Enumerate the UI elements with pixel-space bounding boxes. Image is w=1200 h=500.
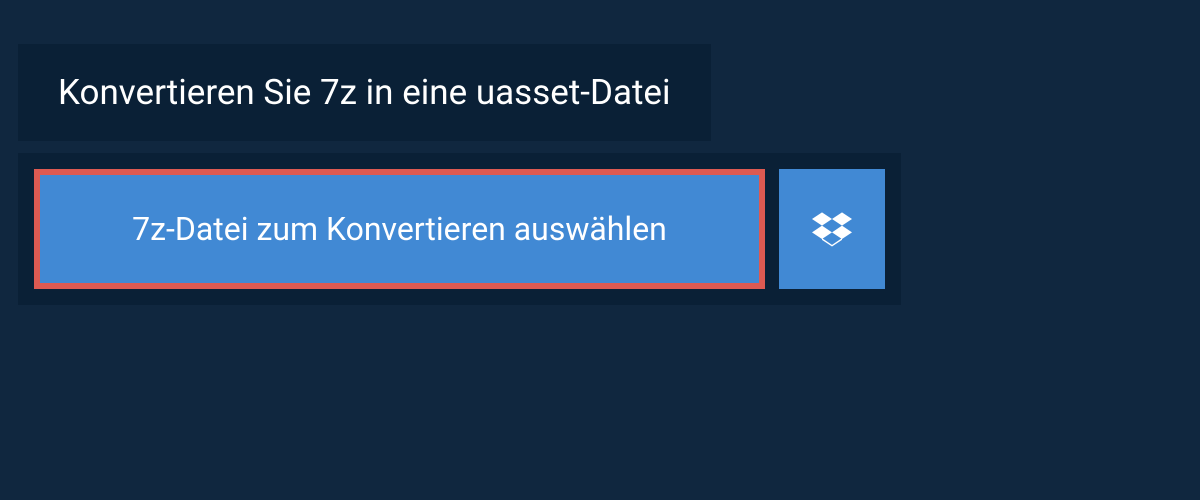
page-title: Konvertieren Sie 7z in eine uasset-Datei xyxy=(58,72,671,113)
header-tab: Konvertieren Sie 7z in eine uasset-Datei xyxy=(18,44,711,141)
dropbox-button[interactable] xyxy=(779,169,885,289)
select-file-button-label: 7z-Datei zum Konvertieren auswählen xyxy=(132,210,667,248)
select-file-button[interactable]: 7z-Datei zum Konvertieren auswählen xyxy=(34,169,765,289)
dropbox-icon xyxy=(812,209,852,249)
upload-panel: 7z-Datei zum Konvertieren auswählen xyxy=(18,153,901,305)
button-row: 7z-Datei zum Konvertieren auswählen xyxy=(34,169,885,289)
